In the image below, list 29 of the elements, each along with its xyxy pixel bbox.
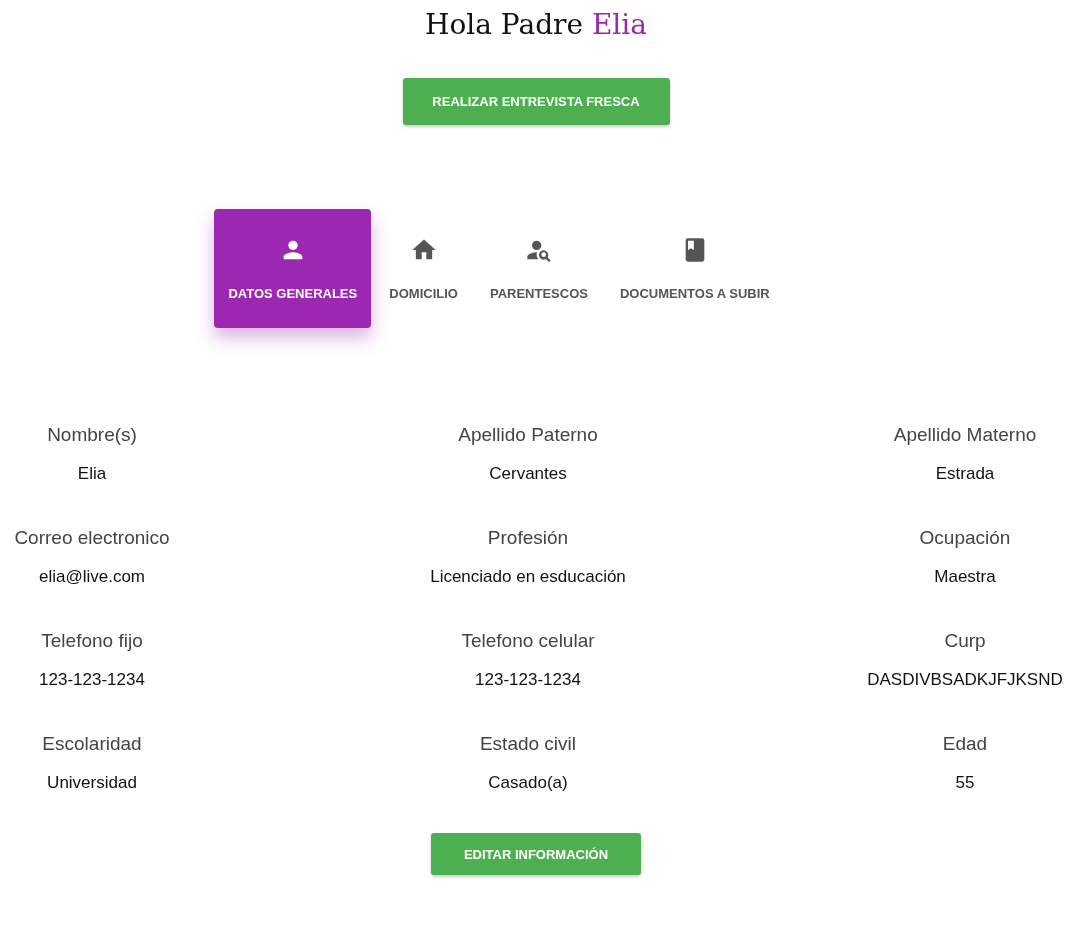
- field-value: Cervantes: [489, 464, 567, 484]
- field-label: Correo electronico: [14, 527, 170, 549]
- field-value: 123-123-1234: [475, 670, 581, 690]
- field-value: Elia: [77, 464, 107, 484]
- greeting-title: Hola Padre Elia: [425, 7, 647, 43]
- field-value: Universidad: [47, 773, 137, 793]
- field-value: Casado(a): [488, 773, 568, 793]
- field-label: Telefono fijo: [41, 630, 143, 652]
- tab[interactable]: DOCUMENTOS A SUBIR: [605, 209, 784, 328]
- field-label: Edad: [942, 733, 988, 755]
- field-label: Curp: [944, 630, 986, 652]
- field-label: Ocupación: [919, 527, 1011, 549]
- field-value: elia@live.com: [38, 567, 146, 587]
- field-value: Estrada: [935, 464, 995, 484]
- field-value: DASDIVBSADKJFJKSND: [867, 670, 1063, 690]
- field-label: Escolaridad: [42, 733, 142, 755]
- field-label: Apellido Paterno: [458, 424, 598, 446]
- field-label: Telefono celular: [461, 630, 595, 652]
- field-value: 55: [955, 773, 975, 793]
- field-label: Nombre(s): [47, 424, 137, 446]
- tab[interactable]: DATOS GENERALES: [214, 209, 372, 328]
- tab[interactable]: DOMICILIO: [375, 209, 472, 328]
- field-value: 123-123-1234: [39, 670, 145, 690]
- field-value: Maestra: [934, 567, 996, 587]
- field-label: Apellido Materno: [893, 424, 1037, 446]
- tab[interactable]: PARENTESCOS: [475, 209, 602, 328]
- field-label: Profesión: [487, 527, 569, 549]
- field-label: Estado civil: [479, 733, 577, 755]
- field-value: Licenciado en esducación: [430, 567, 626, 587]
